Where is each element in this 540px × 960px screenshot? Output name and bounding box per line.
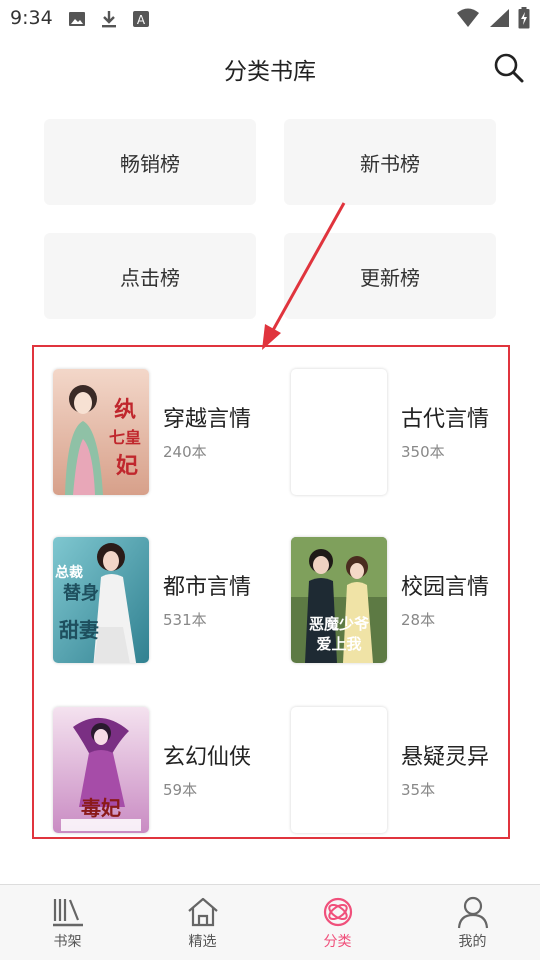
category-count: 240本 — [163, 443, 207, 461]
category-count: 59本 — [163, 781, 198, 799]
category-name: 古代言情 — [401, 407, 490, 432]
nav-label: 书架 — [53, 934, 82, 950]
nav-label: 我的 — [458, 934, 487, 950]
ranking-label: 更新榜 — [360, 265, 420, 290]
category-name: 玄幻仙侠 — [163, 745, 252, 770]
ranking-label: 新书榜 — [360, 151, 420, 176]
book-cover — [291, 369, 387, 495]
category-item-fantasy-xianxia[interactable]: 毒妃 玄幻仙侠 59本 — [53, 707, 283, 833]
ranking-button-updates[interactable]: 更新榜 — [284, 233, 496, 319]
svg-text:替身: 替身 — [63, 582, 99, 604]
nav-item-mine[interactable]: 我的 — [405, 885, 540, 960]
svg-text:总裁: 总裁 — [55, 564, 83, 581]
book-cover: 总裁 替身 甜妻 — [53, 537, 149, 663]
svg-text:A: A — [137, 13, 146, 27]
book-cover: 纨 七皇 妃 — [53, 369, 149, 495]
bookshelf-icon — [52, 899, 83, 927]
category-count: 531本 — [163, 611, 207, 629]
bottom-nav: 书架 精选 分类 我的 — [0, 884, 540, 960]
category-item-mystery-supernatural[interactable]: 悬疑灵异 35本 — [291, 707, 521, 833]
category-item-ancient-romance[interactable]: 古代言情 350本 — [291, 369, 521, 495]
ranking-label: 点击榜 — [120, 265, 180, 290]
nav-item-featured[interactable]: 精选 — [135, 885, 270, 960]
category-name: 都市言情 — [163, 575, 252, 600]
download-icon — [102, 11, 116, 28]
home-icon — [187, 897, 218, 927]
svg-text:纨: 纨 — [114, 397, 136, 423]
category-item-time-travel-romance[interactable]: 纨 七皇 妃 穿越言情 240本 — [53, 369, 283, 495]
font-icon: A — [133, 11, 149, 27]
book-cover: 毒妃 — [53, 707, 149, 833]
book-cover — [291, 707, 387, 833]
image-icon — [69, 12, 85, 26]
search-button[interactable] — [493, 52, 525, 84]
ranking-button-bestseller[interactable]: 畅销榜 — [44, 119, 256, 205]
category-count: 35本 — [401, 781, 436, 799]
ranking-button-clicks[interactable]: 点击榜 — [44, 233, 256, 319]
svg-text:七皇: 七皇 — [109, 428, 141, 447]
user-icon — [457, 896, 488, 929]
svg-text:恶魔少爷: 恶魔少爷 — [309, 615, 370, 633]
battery-charging-icon — [518, 7, 530, 29]
category-count: 350本 — [401, 443, 445, 461]
header: 分类书库 — [0, 38, 540, 100]
svg-text:妃: 妃 — [116, 453, 138, 479]
status-time: 9:34 — [10, 7, 53, 29]
category-icon — [323, 897, 352, 927]
category-count: 28本 — [401, 611, 436, 629]
book-cover: 恶魔少爷 爱上我 — [291, 537, 387, 663]
signal-icon — [490, 9, 509, 27]
nav-label: 分类 — [323, 934, 352, 950]
ranking-button-new-books[interactable]: 新书榜 — [284, 119, 496, 205]
category-name: 悬疑灵异 — [401, 745, 490, 770]
svg-text:毒妃: 毒妃 — [81, 796, 121, 820]
category-item-urban-romance[interactable]: 总裁 替身 甜妻 都市言情 531本 — [53, 537, 283, 663]
category-item-campus-romance[interactable]: 恶魔少爷 爱上我 校园言情 28本 — [291, 537, 521, 663]
category-name: 校园言情 — [401, 575, 490, 600]
nav-item-bookshelf[interactable]: 书架 — [0, 885, 135, 960]
ranking-label: 畅销榜 — [120, 151, 180, 176]
status-bar: 9:34 A — [0, 0, 540, 38]
category-name: 穿越言情 — [163, 407, 252, 432]
svg-text:甜妻: 甜妻 — [59, 618, 99, 642]
search-icon — [494, 53, 524, 83]
page-title: 分类书库 — [224, 59, 316, 85]
wifi-icon — [457, 8, 479, 27]
svg-text:爱上我: 爱上我 — [316, 635, 361, 653]
nav-item-category[interactable]: 分类 — [270, 885, 405, 960]
nav-label: 精选 — [188, 934, 217, 950]
